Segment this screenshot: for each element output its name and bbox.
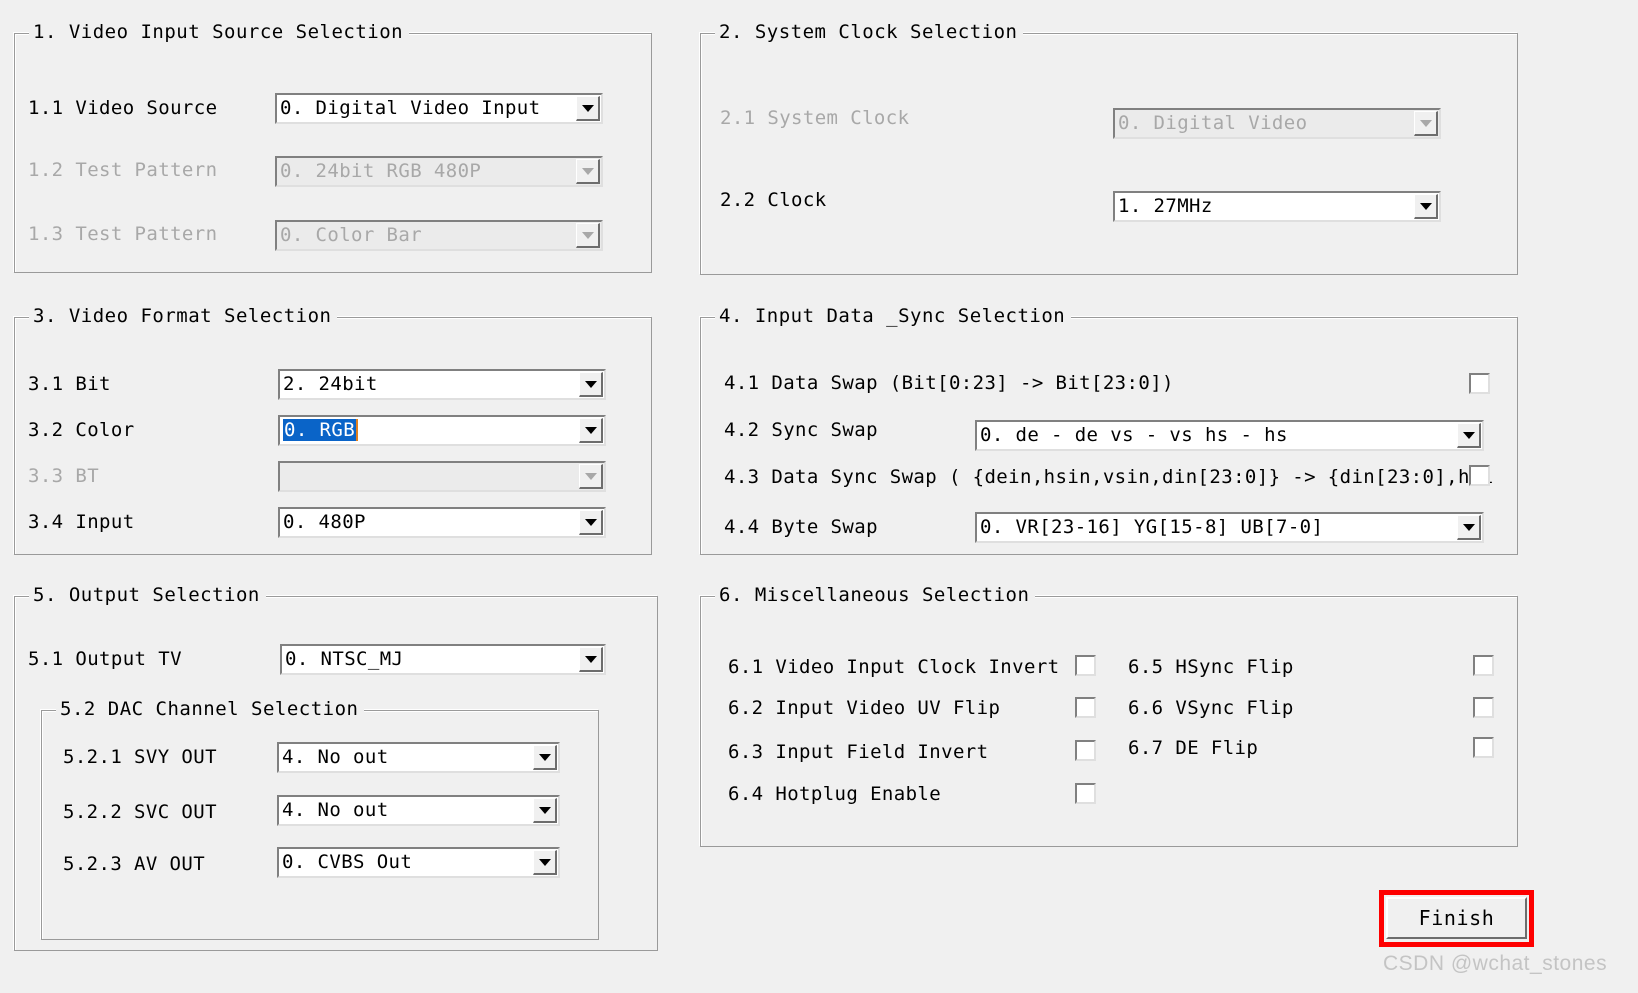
combo-svy-out-value: 4. No out (282, 746, 389, 768)
label-vsync-flip: 6.6 VSync Flip (1128, 697, 1294, 719)
combo-color-selected-text: 0. RGB (283, 419, 359, 441)
label-color: 3.2 Color (28, 419, 135, 441)
combo-test-pattern-2-value: 0. Color Bar (280, 224, 423, 246)
combo-output-tv-value: 0. NTSC_MJ (285, 648, 404, 670)
group-legend-system-clock: 2. System Clock Selection (715, 21, 1024, 43)
checkbox-video-input-clock-invert[interactable] (1075, 655, 1096, 676)
chevron-down-icon[interactable] (1414, 194, 1438, 219)
group-miscellaneous: 6. Miscellaneous Selection (700, 584, 1518, 847)
label-input: 3.4 Input (28, 511, 135, 533)
checkbox-input-field-invert[interactable] (1075, 740, 1096, 761)
group-legend-output-selection: 5. Output Selection (29, 584, 266, 606)
checkbox-hotplug-enable[interactable] (1075, 783, 1096, 804)
combo-sync-swap[interactable]: 0. de - de vs - vs hs - hs (975, 420, 1484, 451)
combo-test-pattern-1: 0. 24bit RGB 480P (275, 156, 603, 187)
label-byte-swap: 4.4 Byte Swap (724, 516, 878, 538)
label-test-pattern-1: 1.2 Test Pattern (28, 159, 218, 181)
finish-button-label: Finish (1418, 906, 1495, 930)
label-hotplug-enable: 6.4 Hotplug Enable (728, 783, 942, 805)
chevron-down-icon[interactable] (576, 96, 600, 121)
chevron-down-icon[interactable] (533, 745, 557, 770)
combo-input-value: 0. 480P (283, 511, 366, 533)
chevron-down-icon[interactable] (1457, 423, 1481, 448)
combo-svy-out[interactable]: 4. No out (277, 742, 560, 773)
chevron-down-icon (576, 223, 600, 248)
combo-bit[interactable]: 2. 24bit (278, 369, 606, 400)
checkbox-vsync-flip[interactable] (1473, 697, 1494, 718)
checkbox-hsync-flip[interactable] (1473, 655, 1494, 676)
combo-video-source-value: 0. Digital Video Input (280, 97, 541, 119)
combo-input[interactable]: 0. 480P (278, 507, 606, 538)
label-de-flip: 6.7 DE Flip (1128, 737, 1259, 759)
label-data-swap: 4.1 Data Swap (Bit[0:23] -> Bit[23:0]) (724, 372, 1174, 394)
chevron-down-icon[interactable] (579, 372, 603, 397)
chevron-down-icon[interactable] (533, 798, 557, 823)
combo-bt-value (280, 463, 579, 490)
label-svy-out: 5.2.1 SVY OUT (63, 746, 217, 768)
checkbox-data-sync-swap[interactable] (1469, 465, 1490, 486)
combo-output-tv[interactable]: 0. NTSC_MJ (280, 644, 606, 675)
combo-test-pattern-1-value: 0. 24bit RGB 480P (280, 160, 482, 182)
combo-system-clock: 0. Digital Video (1113, 108, 1441, 139)
combo-byte-swap-value: 0. VR[23-16] YG[15-8] UB[7-0] (980, 516, 1324, 538)
combo-svc-out-value: 4. No out (282, 799, 389, 821)
label-av-out: 5.2.3 AV OUT (63, 853, 206, 875)
chevron-down-icon (579, 464, 603, 489)
label-system-clock: 2.1 System Clock (720, 107, 910, 129)
combo-bt (278, 461, 606, 492)
label-clock: 2.2 Clock (720, 189, 827, 211)
checkbox-input-video-uv-flip[interactable] (1075, 697, 1096, 718)
combo-svc-out[interactable]: 4. No out (277, 795, 560, 826)
label-bt: 3.3 BT (28, 465, 100, 487)
label-input-field-invert: 6.3 Input Field Invert (728, 741, 989, 763)
chevron-down-icon (1414, 111, 1438, 136)
combo-byte-swap[interactable]: 0. VR[23-16] YG[15-8] UB[7-0] (975, 512, 1484, 543)
group-legend-input-data-sync: 4. Input Data _Sync Selection (715, 305, 1072, 327)
label-video-source: 1.1 Video Source (28, 97, 218, 119)
chevron-down-icon[interactable] (579, 510, 603, 535)
checkbox-data-swap[interactable] (1469, 373, 1490, 394)
combo-color-value: 0. RGB (280, 417, 579, 444)
combo-av-out-value: 0. CVBS Out (282, 851, 413, 873)
label-bit: 3.1 Bit (28, 373, 111, 395)
watermark: CSDN @wchat_stones (1383, 952, 1608, 975)
chevron-down-icon[interactable] (579, 647, 603, 672)
label-test-pattern-2: 1.3 Test Pattern (28, 223, 218, 245)
label-data-sync-swap: 4.3 Data Sync Swap ( {dein,hsin,vsin,din… (724, 466, 1494, 488)
label-output-tv: 5.1 Output TV (28, 648, 182, 670)
combo-bit-value: 2. 24bit (283, 373, 378, 395)
label-hsync-flip: 6.5 HSync Flip (1128, 656, 1294, 678)
label-input-video-uv-flip: 6.2 Input Video UV Flip (728, 697, 1001, 719)
combo-color[interactable]: 0. RGB (278, 415, 606, 446)
chevron-down-icon[interactable] (1457, 515, 1481, 540)
chevron-down-icon[interactable] (533, 850, 557, 875)
combo-sync-swap-value: 0. de - de vs - vs hs - hs (980, 424, 1288, 446)
group-legend-video-input-source: 1. Video Input Source Selection (29, 21, 410, 43)
group-legend-miscellaneous: 6. Miscellaneous Selection (715, 584, 1036, 606)
combo-clock-value: 1. 27MHz (1118, 195, 1213, 217)
label-sync-swap: 4.2 Sync Swap (724, 419, 878, 441)
label-svc-out: 5.2.2 SVC OUT (63, 801, 217, 823)
finish-button[interactable]: Finish (1386, 897, 1527, 939)
chevron-down-icon[interactable] (579, 418, 603, 443)
combo-av-out[interactable]: 0. CVBS Out (277, 847, 560, 878)
checkbox-de-flip[interactable] (1473, 737, 1494, 758)
chevron-down-icon (576, 159, 600, 184)
group-legend-dac-channel: 5.2 DAC Channel Selection (56, 698, 365, 720)
combo-clock[interactable]: 1. 27MHz (1113, 191, 1441, 222)
combo-video-source[interactable]: 0. Digital Video Input (275, 93, 603, 124)
group-system-clock: 2. System Clock Selection (700, 21, 1518, 275)
combo-test-pattern-2: 0. Color Bar (275, 220, 603, 251)
combo-system-clock-value: 0. Digital Video (1118, 112, 1308, 134)
label-video-input-clock-invert: 6.1 Video Input Clock Invert (728, 656, 1060, 678)
group-legend-video-format: 3. Video Format Selection (29, 305, 338, 327)
